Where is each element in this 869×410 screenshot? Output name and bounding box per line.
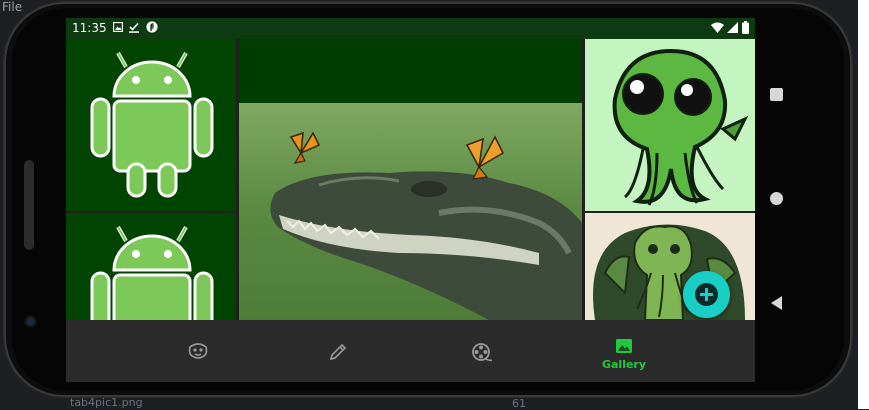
film-reel-icon bbox=[472, 343, 492, 362]
gallery-tile-android-1[interactable] bbox=[66, 39, 236, 211]
ide-file-tab[interactable]: tab4pic1.png bbox=[70, 396, 143, 409]
gallery-icon bbox=[616, 339, 632, 353]
f-icon bbox=[146, 21, 158, 33]
battery-icon bbox=[742, 21, 749, 34]
nav-item-mask[interactable] bbox=[128, 320, 268, 382]
nav-item-gallery[interactable]: Gallery bbox=[554, 320, 694, 382]
front-camera bbox=[26, 317, 35, 326]
gallery-tile-cthulhu-cute[interactable] bbox=[585, 39, 755, 211]
wifi-icon bbox=[711, 22, 724, 33]
add-fab-button[interactable] bbox=[683, 271, 730, 318]
ide-line-number: 61 bbox=[512, 397, 526, 410]
image-icon bbox=[113, 22, 123, 32]
home-button[interactable] bbox=[770, 192, 783, 205]
back-button[interactable] bbox=[771, 296, 782, 310]
plus-icon bbox=[695, 283, 718, 306]
gallery-tile-cthulhu-drawing[interactable] bbox=[585, 213, 755, 320]
nav-item-gallery-label: Gallery bbox=[601, 358, 647, 371]
gallery-tile-crocodile[interactable] bbox=[239, 39, 582, 320]
speaker-slot bbox=[24, 160, 34, 250]
emulator-nav-buttons bbox=[762, 60, 792, 330]
status-time: 11:35 bbox=[72, 21, 107, 35]
status-bar: 11:35 bbox=[66, 18, 755, 39]
mask-icon bbox=[188, 343, 208, 359]
ide-file-menu[interactable]: File bbox=[2, 0, 22, 14]
android-logo-icon bbox=[90, 52, 214, 198]
nav-item-video[interactable] bbox=[412, 320, 552, 382]
check-icon bbox=[129, 22, 139, 33]
gallery-grid bbox=[66, 39, 755, 320]
ide-right-panel bbox=[858, 0, 869, 409]
android-logo-icon bbox=[90, 226, 214, 320]
pencil-icon bbox=[329, 343, 347, 361]
cthulhu-cartoon bbox=[612, 48, 749, 206]
bottom-navigation: Gallery bbox=[66, 320, 755, 382]
signal-icon bbox=[727, 22, 738, 33]
app-screen: 11:35 Gallery bbox=[66, 18, 755, 382]
gallery-tile-android-2[interactable] bbox=[66, 213, 236, 320]
recents-button[interactable] bbox=[770, 88, 783, 101]
cthulhu-drawing bbox=[593, 224, 745, 320]
nav-item-edit[interactable] bbox=[268, 320, 408, 382]
crocodile-photo bbox=[239, 103, 582, 320]
